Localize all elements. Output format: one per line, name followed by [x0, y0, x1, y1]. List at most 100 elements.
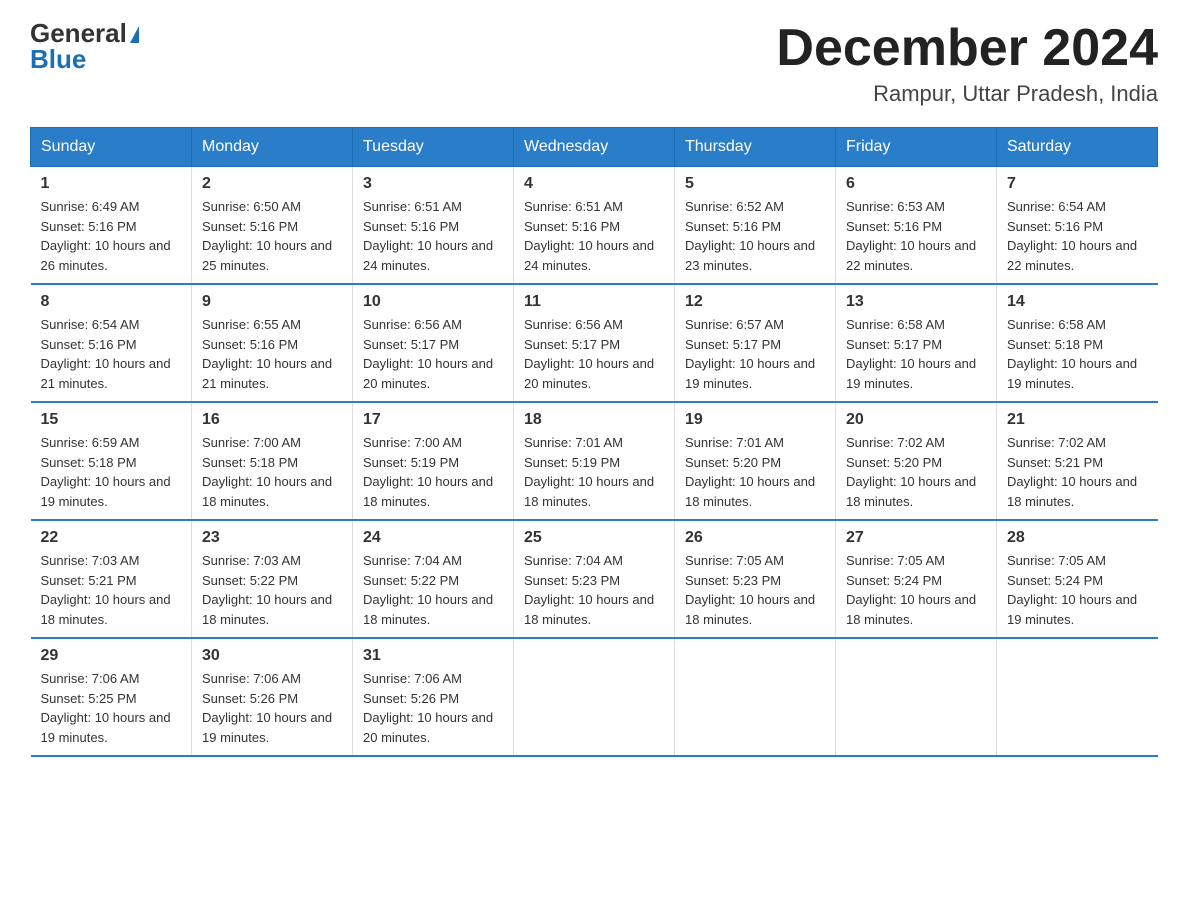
day-info: Sunrise: 7:06 AM Sunset: 5:26 PM Dayligh… [363, 669, 503, 747]
daylight-label: Daylight: 10 hours and 18 minutes. [202, 592, 332, 627]
table-row: 14 Sunrise: 6:58 AM Sunset: 5:18 PM Dayl… [997, 284, 1158, 402]
day-number: 13 [846, 293, 986, 311]
day-info: Sunrise: 6:54 AM Sunset: 5:16 PM Dayligh… [1007, 197, 1148, 275]
day-info: Sunrise: 7:05 AM Sunset: 5:24 PM Dayligh… [846, 551, 986, 629]
day-number: 28 [1007, 529, 1148, 547]
sunset-label: Sunset: 5:17 PM [363, 337, 459, 352]
daylight-label: Daylight: 10 hours and 20 minutes. [363, 710, 493, 745]
location-subtitle: Rampur, Uttar Pradesh, India [776, 81, 1158, 107]
col-wednesday: Wednesday [514, 128, 675, 167]
daylight-label: Daylight: 10 hours and 26 minutes. [41, 238, 171, 273]
sunset-label: Sunset: 5:21 PM [41, 573, 137, 588]
sunrise-label: Sunrise: 7:01 AM [524, 435, 623, 450]
daylight-label: Daylight: 10 hours and 18 minutes. [846, 592, 976, 627]
day-number: 30 [202, 647, 342, 665]
day-number: 27 [846, 529, 986, 547]
day-number: 25 [524, 529, 664, 547]
table-row: 20 Sunrise: 7:02 AM Sunset: 5:20 PM Dayl… [836, 402, 997, 520]
calendar-week-row: 8 Sunrise: 6:54 AM Sunset: 5:16 PM Dayli… [31, 284, 1158, 402]
sunset-label: Sunset: 5:20 PM [685, 455, 781, 470]
day-info: Sunrise: 7:05 AM Sunset: 5:23 PM Dayligh… [685, 551, 825, 629]
day-info: Sunrise: 6:52 AM Sunset: 5:16 PM Dayligh… [685, 197, 825, 275]
day-number: 5 [685, 175, 825, 193]
daylight-label: Daylight: 10 hours and 18 minutes. [1007, 474, 1137, 509]
calendar-week-row: 22 Sunrise: 7:03 AM Sunset: 5:21 PM Dayl… [31, 520, 1158, 638]
sunrise-label: Sunrise: 6:58 AM [846, 317, 945, 332]
sunset-label: Sunset: 5:23 PM [685, 573, 781, 588]
calendar-week-row: 1 Sunrise: 6:49 AM Sunset: 5:16 PM Dayli… [31, 167, 1158, 285]
sunset-label: Sunset: 5:24 PM [1007, 573, 1103, 588]
table-row: 16 Sunrise: 7:00 AM Sunset: 5:18 PM Dayl… [192, 402, 353, 520]
table-row: 1 Sunrise: 6:49 AM Sunset: 5:16 PM Dayli… [31, 167, 192, 285]
daylight-label: Daylight: 10 hours and 23 minutes. [685, 238, 815, 273]
day-info: Sunrise: 6:58 AM Sunset: 5:17 PM Dayligh… [846, 315, 986, 393]
daylight-label: Daylight: 10 hours and 18 minutes. [846, 474, 976, 509]
daylight-label: Daylight: 10 hours and 19 minutes. [41, 474, 171, 509]
daylight-label: Daylight: 10 hours and 22 minutes. [846, 238, 976, 273]
table-row: 9 Sunrise: 6:55 AM Sunset: 5:16 PM Dayli… [192, 284, 353, 402]
table-row [836, 638, 997, 756]
sunrise-label: Sunrise: 6:54 AM [1007, 199, 1106, 214]
sunset-label: Sunset: 5:17 PM [524, 337, 620, 352]
logo-blue: Blue [30, 46, 86, 72]
daylight-label: Daylight: 10 hours and 18 minutes. [363, 592, 493, 627]
day-number: 3 [363, 175, 503, 193]
table-row: 28 Sunrise: 7:05 AM Sunset: 5:24 PM Dayl… [997, 520, 1158, 638]
day-info: Sunrise: 6:53 AM Sunset: 5:16 PM Dayligh… [846, 197, 986, 275]
sunset-label: Sunset: 5:16 PM [1007, 219, 1103, 234]
table-row: 18 Sunrise: 7:01 AM Sunset: 5:19 PM Dayl… [514, 402, 675, 520]
sunrise-label: Sunrise: 7:00 AM [363, 435, 462, 450]
day-info: Sunrise: 6:51 AM Sunset: 5:16 PM Dayligh… [524, 197, 664, 275]
day-number: 9 [202, 293, 342, 311]
sunset-label: Sunset: 5:24 PM [846, 573, 942, 588]
day-info: Sunrise: 6:51 AM Sunset: 5:16 PM Dayligh… [363, 197, 503, 275]
sunrise-label: Sunrise: 7:05 AM [846, 553, 945, 568]
day-number: 26 [685, 529, 825, 547]
sunset-label: Sunset: 5:16 PM [202, 337, 298, 352]
day-number: 29 [41, 647, 182, 665]
day-info: Sunrise: 7:04 AM Sunset: 5:22 PM Dayligh… [363, 551, 503, 629]
daylight-label: Daylight: 10 hours and 18 minutes. [363, 474, 493, 509]
sunset-label: Sunset: 5:26 PM [363, 691, 459, 706]
day-info: Sunrise: 7:02 AM Sunset: 5:20 PM Dayligh… [846, 433, 986, 511]
day-info: Sunrise: 7:06 AM Sunset: 5:25 PM Dayligh… [41, 669, 182, 747]
table-row: 12 Sunrise: 6:57 AM Sunset: 5:17 PM Dayl… [675, 284, 836, 402]
day-info: Sunrise: 6:55 AM Sunset: 5:16 PM Dayligh… [202, 315, 342, 393]
sunrise-label: Sunrise: 6:53 AM [846, 199, 945, 214]
month-year-title: December 2024 [776, 20, 1158, 77]
day-info: Sunrise: 6:50 AM Sunset: 5:16 PM Dayligh… [202, 197, 342, 275]
day-number: 16 [202, 411, 342, 429]
sunrise-label: Sunrise: 7:06 AM [202, 671, 301, 686]
sunset-label: Sunset: 5:19 PM [363, 455, 459, 470]
sunset-label: Sunset: 5:16 PM [363, 219, 459, 234]
daylight-label: Daylight: 10 hours and 19 minutes. [1007, 592, 1137, 627]
table-row: 19 Sunrise: 7:01 AM Sunset: 5:20 PM Dayl… [675, 402, 836, 520]
sunrise-label: Sunrise: 7:00 AM [202, 435, 301, 450]
day-info: Sunrise: 7:03 AM Sunset: 5:21 PM Dayligh… [41, 551, 182, 629]
sunrise-label: Sunrise: 7:06 AM [363, 671, 462, 686]
calendar-week-row: 15 Sunrise: 6:59 AM Sunset: 5:18 PM Dayl… [31, 402, 1158, 520]
day-info: Sunrise: 6:59 AM Sunset: 5:18 PM Dayligh… [41, 433, 182, 511]
daylight-label: Daylight: 10 hours and 21 minutes. [41, 356, 171, 391]
sunset-label: Sunset: 5:22 PM [202, 573, 298, 588]
col-thursday: Thursday [675, 128, 836, 167]
table-row [675, 638, 836, 756]
table-row: 15 Sunrise: 6:59 AM Sunset: 5:18 PM Dayl… [31, 402, 192, 520]
col-saturday: Saturday [997, 128, 1158, 167]
day-info: Sunrise: 7:04 AM Sunset: 5:23 PM Dayligh… [524, 551, 664, 629]
sunrise-label: Sunrise: 6:55 AM [202, 317, 301, 332]
table-row: 11 Sunrise: 6:56 AM Sunset: 5:17 PM Dayl… [514, 284, 675, 402]
sunset-label: Sunset: 5:18 PM [1007, 337, 1103, 352]
sunrise-label: Sunrise: 6:56 AM [524, 317, 623, 332]
sunset-label: Sunset: 5:21 PM [1007, 455, 1103, 470]
table-row: 24 Sunrise: 7:04 AM Sunset: 5:22 PM Dayl… [353, 520, 514, 638]
table-row: 2 Sunrise: 6:50 AM Sunset: 5:16 PM Dayli… [192, 167, 353, 285]
title-section: December 2024 Rampur, Uttar Pradesh, Ind… [776, 20, 1158, 107]
table-row: 13 Sunrise: 6:58 AM Sunset: 5:17 PM Dayl… [836, 284, 997, 402]
sunrise-label: Sunrise: 7:06 AM [41, 671, 140, 686]
table-row: 25 Sunrise: 7:04 AM Sunset: 5:23 PM Dayl… [514, 520, 675, 638]
sunrise-label: Sunrise: 6:54 AM [41, 317, 140, 332]
sunrise-label: Sunrise: 7:05 AM [1007, 553, 1106, 568]
day-number: 4 [524, 175, 664, 193]
table-row: 6 Sunrise: 6:53 AM Sunset: 5:16 PM Dayli… [836, 167, 997, 285]
